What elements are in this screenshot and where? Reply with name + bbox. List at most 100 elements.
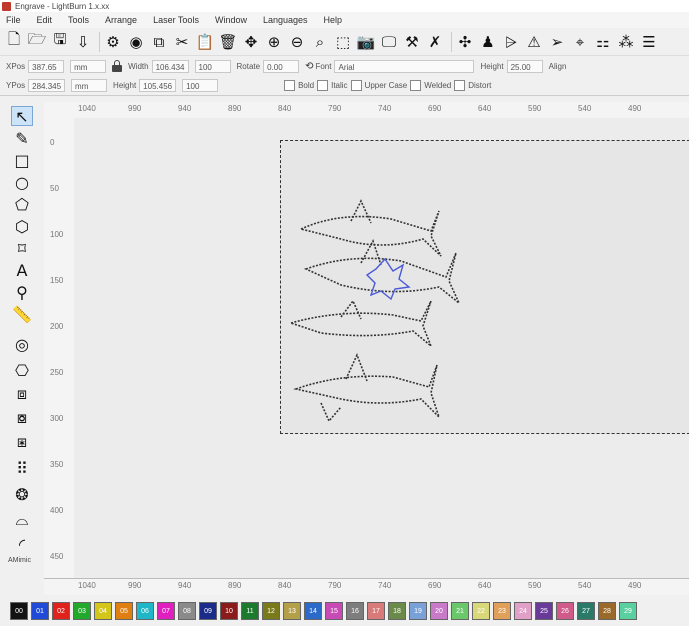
new-file-icon[interactable]: 🗋 bbox=[4, 30, 24, 52]
color-swatch-20[interactable]: 20 bbox=[430, 602, 448, 620]
height-percent-field[interactable]: 100 bbox=[182, 79, 219, 92]
circle-icon[interactable]: ◎ bbox=[11, 334, 33, 354]
lock-aspect-icon[interactable] bbox=[112, 60, 123, 72]
color-swatch-07[interactable]: 07 bbox=[157, 602, 175, 620]
color-swatch-17[interactable]: 17 bbox=[367, 602, 385, 620]
circular-array-icon[interactable]: ❂ bbox=[11, 484, 33, 504]
move-icon[interactable]: ✥ bbox=[241, 32, 261, 52]
color-swatch-15[interactable]: 15 bbox=[325, 602, 343, 620]
distort-checkbox[interactable] bbox=[454, 80, 466, 91]
menu-help[interactable]: Help bbox=[324, 15, 343, 25]
italic-checkbox[interactable] bbox=[317, 80, 329, 91]
nodes-icon[interactable]: ⁂ bbox=[616, 32, 636, 52]
menu-languages[interactable]: Languages bbox=[263, 15, 308, 25]
edit-nodes-icon[interactable]: ⌑ bbox=[11, 238, 33, 258]
text-icon[interactable]: A bbox=[11, 260, 33, 280]
unit-field[interactable]: mm bbox=[70, 59, 107, 73]
menu-arrange[interactable]: Arrange bbox=[105, 15, 137, 25]
color-swatch-21[interactable]: 21 bbox=[451, 602, 469, 620]
open-file-icon[interactable]: 🗁 bbox=[27, 30, 47, 52]
welded-checkbox[interactable] bbox=[410, 80, 422, 91]
color-swatch-28[interactable]: 28 bbox=[598, 602, 616, 620]
color-swatch-05[interactable]: 05 bbox=[115, 602, 133, 620]
width-percent-field[interactable]: 100 bbox=[194, 59, 231, 73]
color-swatch-13[interactable]: 13 bbox=[283, 602, 301, 620]
settings-icon[interactable]: ⚙ bbox=[103, 32, 123, 52]
menu-tools[interactable]: Tools bbox=[68, 15, 89, 25]
measure-icon[interactable]: 📏 bbox=[11, 304, 33, 324]
color-swatch-14[interactable]: 14 bbox=[304, 602, 322, 620]
menu-edit[interactable]: Edit bbox=[37, 15, 53, 25]
boolean-intersect-icon[interactable]: ⧆ bbox=[11, 432, 33, 452]
round-icon[interactable]: ◜ bbox=[11, 534, 33, 554]
array-icon[interactable]: ⠿ bbox=[11, 458, 33, 478]
draw-line-icon[interactable]: ✎ bbox=[11, 128, 33, 148]
color-swatch-04[interactable]: 04 bbox=[94, 602, 112, 620]
ypos-field[interactable]: 284.345 bbox=[28, 79, 66, 92]
color-swatch-24[interactable]: 24 bbox=[514, 602, 532, 620]
fish-drawing[interactable] bbox=[281, 141, 689, 435]
cut-shapes-icon[interactable]: ⌓ bbox=[11, 510, 33, 530]
import-icon[interactable]: ⇩ bbox=[73, 32, 93, 52]
menu-file[interactable]: File bbox=[6, 15, 21, 25]
upper-case-checkbox[interactable] bbox=[350, 80, 362, 91]
design-canvas[interactable] bbox=[74, 118, 689, 578]
menu-laser-tools[interactable]: Laser Tools bbox=[153, 15, 199, 25]
color-swatch-26[interactable]: 26 bbox=[556, 602, 574, 620]
color-swatch-06[interactable]: 06 bbox=[136, 602, 154, 620]
grid-icon[interactable]: ⚏ bbox=[593, 32, 613, 52]
paste-icon[interactable]: 📋 bbox=[195, 32, 215, 52]
color-swatch-00[interactable]: 00 bbox=[10, 602, 28, 620]
xpos-field[interactable]: 387.65 bbox=[28, 59, 65, 73]
menu-window[interactable]: Window bbox=[215, 15, 247, 25]
delete-icon[interactable]: 🗑 bbox=[218, 32, 238, 52]
ellipse-icon[interactable]: ○ bbox=[11, 172, 33, 192]
cut-icon[interactable]: ✂ bbox=[172, 32, 192, 52]
color-swatch-12[interactable]: 12 bbox=[262, 602, 280, 620]
rotate-field[interactable]: 0.00 bbox=[263, 59, 300, 73]
color-swatch-16[interactable]: 16 bbox=[346, 602, 364, 620]
color-swatch-01[interactable]: 01 bbox=[31, 602, 49, 620]
select-box-icon[interactable]: ⬚ bbox=[333, 32, 353, 52]
polygon-icon[interactable]: ⬠ bbox=[11, 194, 33, 214]
color-swatch-22[interactable]: 22 bbox=[472, 602, 490, 620]
height-field[interactable]: 105.456 bbox=[139, 79, 177, 92]
camera-icon[interactable]: 📷 bbox=[356, 32, 376, 52]
font-select[interactable]: Arial bbox=[334, 59, 475, 73]
color-swatch-11[interactable]: 11 bbox=[241, 602, 259, 620]
unit-field[interactable]: mm bbox=[71, 79, 108, 92]
zoom-frame-icon[interactable]: ⌕ bbox=[310, 32, 330, 52]
color-swatch-27[interactable]: 27 bbox=[577, 602, 595, 620]
color-swatch-09[interactable]: 09 bbox=[199, 602, 217, 620]
boolean-union-icon[interactable]: ⧈ bbox=[11, 384, 33, 404]
warning-icon[interactable]: ⚠ bbox=[524, 32, 544, 52]
monitor-icon[interactable]: 🖵 bbox=[379, 32, 399, 52]
tools-icon[interactable]: ⚒ bbox=[402, 32, 422, 52]
gear-icon[interactable]: ◉ bbox=[126, 32, 146, 52]
send-icon[interactable]: ➢ bbox=[547, 32, 567, 52]
color-swatch-29[interactable]: 29 bbox=[619, 602, 637, 620]
align-icon[interactable]: ☰ bbox=[639, 32, 659, 52]
select-icon[interactable]: ↖ bbox=[11, 106, 33, 126]
color-swatch-08[interactable]: 08 bbox=[178, 602, 196, 620]
color-swatch-19[interactable]: 19 bbox=[409, 602, 427, 620]
color-swatch-23[interactable]: 23 bbox=[493, 602, 511, 620]
color-swatch-10[interactable]: 10 bbox=[220, 602, 238, 620]
workspace-area[interactable] bbox=[280, 140, 689, 434]
color-swatch-03[interactable]: 03 bbox=[73, 602, 91, 620]
zoom-in-icon[interactable]: ⊕ bbox=[264, 32, 284, 52]
color-swatch-25[interactable]: 25 bbox=[535, 602, 553, 620]
trace-icon[interactable]: ✣ bbox=[455, 32, 475, 52]
mirror-icon[interactable]: ⩥ bbox=[501, 32, 521, 52]
rectangle-icon[interactable]: □ bbox=[11, 150, 33, 170]
weld-icon[interactable]: ⎔ bbox=[11, 360, 33, 380]
color-swatch-18[interactable]: 18 bbox=[388, 602, 406, 620]
width-field[interactable]: 106.434 bbox=[151, 59, 189, 73]
wrench-icon[interactable]: ✗ bbox=[425, 32, 445, 52]
boolean-subtract-icon[interactable]: ⧇ bbox=[11, 408, 33, 428]
copy-icon[interactable]: ⧉ bbox=[149, 32, 169, 52]
save-icon[interactable]: 🖫 bbox=[50, 30, 70, 52]
offset-icon[interactable]: ⬡ bbox=[11, 216, 33, 236]
text-height-field[interactable]: 25.00 bbox=[506, 59, 543, 73]
target-icon[interactable]: ⌖ bbox=[570, 32, 590, 52]
